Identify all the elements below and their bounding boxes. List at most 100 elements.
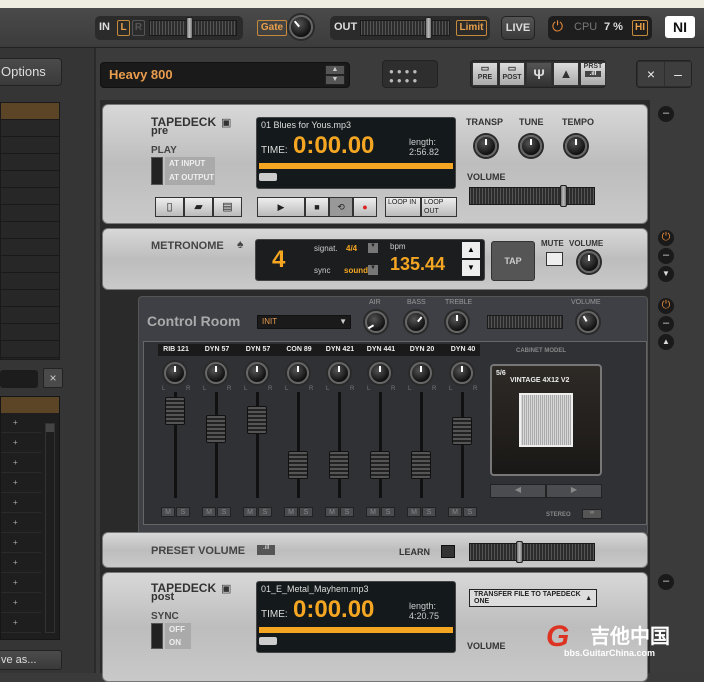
input-right-button[interactable]: R — [132, 20, 145, 36]
solo-button[interactable]: S — [258, 507, 272, 517]
at-output-option[interactable]: AT OUTPUT — [169, 171, 215, 185]
output-slider-handle[interactable] — [425, 17, 432, 39]
mute-button[interactable]: M — [325, 507, 339, 517]
treble-knob[interactable] — [446, 311, 468, 333]
mute-button[interactable]: M — [448, 507, 462, 517]
solo-button[interactable]: S — [217, 507, 231, 517]
channel-pan-knob[interactable] — [451, 362, 473, 384]
preset-down-button[interactable]: ▼ — [325, 75, 345, 85]
record-button[interactable]: ● — [353, 197, 377, 217]
save-as-button[interactable]: ve as... — [0, 650, 62, 670]
transfer-file-dropdown[interactable]: TRANSFER FILE TO TAPEDECK ONE ▲ — [469, 589, 597, 607]
search-input[interactable] — [0, 370, 38, 388]
bank-list-item[interactable]: + — [1, 553, 41, 573]
control-room-volume-knob[interactable] — [577, 311, 599, 333]
control-room-collapse-button[interactable]: – — [658, 316, 674, 332]
preset-name-field[interactable]: Heavy 800 ▲ ▼ — [100, 62, 350, 88]
bank-list-item[interactable]: + — [1, 533, 41, 553]
metronome-move-down-button[interactable]: ▼ — [658, 266, 674, 282]
hi-quality-button[interactable]: HI — [632, 20, 648, 36]
play-mode-switch[interactable] — [151, 157, 163, 185]
list-item[interactable] — [1, 154, 59, 171]
bank-list-item[interactable]: + — [1, 433, 41, 453]
bpm-value[interactable]: 135.44 — [390, 254, 445, 275]
tapedeck-pre-toggle[interactable]: ▭ PRE — [472, 62, 498, 86]
loop-out-button[interactable]: LOOP OUT — [421, 197, 457, 217]
bank-list-item[interactable]: + — [1, 493, 41, 513]
mute-button[interactable]: M — [284, 507, 298, 517]
control-room-move-up-button[interactable]: ▲ — [658, 334, 674, 350]
open-file-button[interactable]: ▰ — [184, 197, 213, 217]
list-item[interactable] — [1, 290, 59, 307]
mute-button[interactable]: M — [202, 507, 216, 517]
metronome-collapse-button[interactable]: – — [658, 248, 674, 264]
clear-search-button[interactable]: × — [43, 368, 63, 388]
learn-button[interactable] — [441, 545, 455, 558]
list-item[interactable] — [1, 205, 59, 222]
preset-volume-handle[interactable] — [516, 541, 524, 563]
save-file-button[interactable]: ▤ — [213, 197, 242, 217]
stop-button[interactable]: ■ — [305, 197, 329, 217]
list-item[interactable] — [1, 341, 59, 358]
channel-pan-knob[interactable] — [205, 362, 227, 384]
limit-button[interactable]: Limit — [456, 20, 487, 36]
metronome-volume-knob[interactable] — [578, 251, 600, 273]
channel-pan-knob[interactable] — [246, 362, 268, 384]
air-knob[interactable] — [365, 311, 387, 333]
mute-button[interactable]: M — [243, 507, 257, 517]
mute-button[interactable]: M — [366, 507, 380, 517]
list-item[interactable] — [1, 324, 59, 341]
post-zoom-scroll-handle[interactable] — [259, 637, 277, 645]
bank-list-item[interactable]: + — [1, 473, 41, 493]
channel-fader[interactable] — [247, 405, 267, 434]
input-level-slider[interactable] — [149, 17, 237, 39]
sync-off-option[interactable]: OFF — [169, 623, 191, 636]
tempo-knob[interactable] — [565, 135, 587, 157]
solo-button[interactable]: S — [176, 507, 190, 517]
tune-knob[interactable] — [520, 135, 542, 157]
preset-browser-list[interactable] — [0, 102, 60, 360]
sync-value[interactable]: sound — [344, 266, 368, 275]
bank-list-item[interactable]: + — [1, 513, 41, 533]
pre-playback-position-bar[interactable] — [259, 163, 453, 169]
list-item[interactable] — [1, 256, 59, 273]
preset-up-button[interactable]: ▲ — [325, 65, 345, 75]
tuner-toggle[interactable]: Ψ — [526, 62, 552, 86]
sync-dropdown[interactable]: ▼ — [368, 265, 378, 275]
channel-pan-knob[interactable] — [369, 362, 391, 384]
mute-button[interactable]: M — [161, 507, 175, 517]
tapedeck-post-toggle[interactable]: ▭ POST — [499, 62, 525, 86]
channel-fader[interactable] — [452, 417, 472, 446]
post-playback-position-bar[interactable] — [259, 627, 453, 633]
new-file-button[interactable]: ▯ — [155, 197, 184, 217]
stereo-toggle[interactable]: ∞ — [582, 509, 602, 519]
loop-in-button[interactable]: LOOP IN — [385, 197, 421, 217]
preset-volume-toggle[interactable]: PRST .ıll — [580, 62, 606, 86]
channel-fader[interactable] — [165, 396, 185, 425]
solo-button[interactable]: S — [463, 507, 477, 517]
list-item[interactable] — [1, 120, 59, 137]
loop-button[interactable]: ⟲ — [329, 197, 353, 217]
bank-list-item[interactable]: + — [1, 573, 41, 593]
scrollbar-thumb[interactable] — [46, 424, 54, 432]
list-item[interactable] — [1, 103, 59, 120]
list-item[interactable] — [1, 188, 59, 205]
solo-button[interactable]: S — [422, 507, 436, 517]
solo-button[interactable]: S — [299, 507, 313, 517]
cabinet-prev-button[interactable]: ◀ — [490, 484, 546, 498]
channel-pan-knob[interactable] — [328, 362, 350, 384]
bpm-down-button[interactable]: ▼ — [462, 260, 480, 276]
metronome-toggle[interactable]: ▲ — [553, 62, 579, 86]
transp-knob[interactable] — [475, 135, 497, 157]
mute-checkbox[interactable] — [546, 252, 563, 266]
gate-button[interactable]: Gate — [257, 20, 287, 36]
bank-list-item[interactable]: + — [1, 593, 41, 613]
power-icon[interactable]: ⏻ — [552, 18, 563, 35]
bpm-up-button[interactable]: ▲ — [462, 242, 480, 258]
at-input-option[interactable]: AT INPUT — [169, 157, 215, 171]
metronome-power-button[interactable]: ⏻ — [658, 230, 674, 246]
gate-knob[interactable] — [289, 15, 313, 39]
solo-button[interactable]: S — [381, 507, 395, 517]
sync-switch[interactable] — [151, 623, 163, 649]
signat-dropdown[interactable]: ▼ — [368, 243, 378, 253]
